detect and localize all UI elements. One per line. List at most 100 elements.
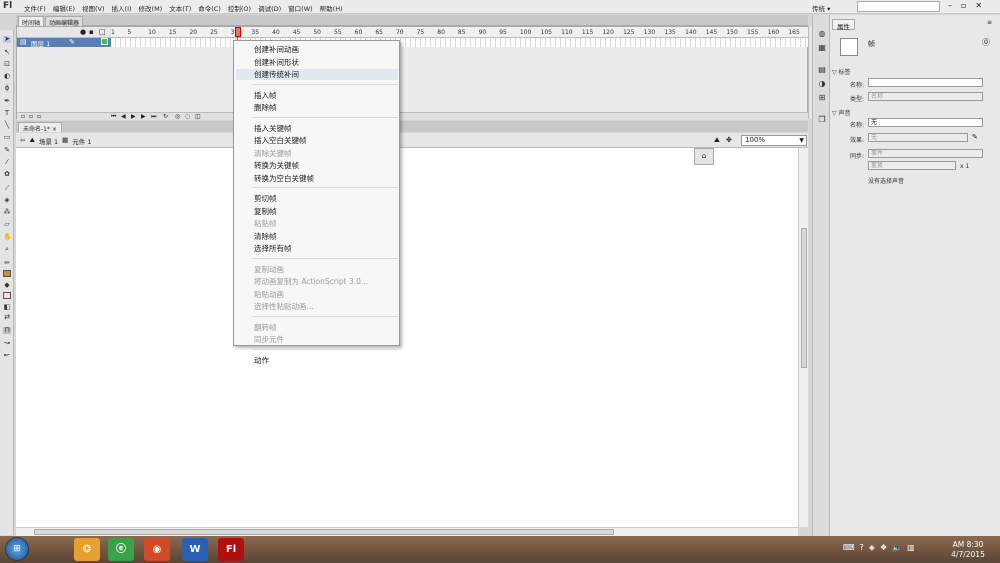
first-frame-icon[interactable]: ⏮ [111, 113, 116, 121]
tab-timeline[interactable]: 时间轴 [18, 16, 45, 27]
deco-tool-icon[interactable]: ✿ [3, 171, 11, 178]
menu-item[interactable]: 调试(D) [258, 3, 281, 13]
bone-tool-icon[interactable]: ⟋ [3, 185, 11, 192]
context-menu-item[interactable]: 创建传统补间 [236, 69, 398, 80]
name-field[interactable] [868, 78, 983, 87]
context-menu-item[interactable]: 清除帧 [254, 231, 277, 242]
outline-icon[interactable]: □ [99, 28, 106, 36]
menu-item[interactable]: 命令(C) [198, 3, 221, 13]
close-icon[interactable]: × [52, 126, 57, 133]
fill-swatch-icon[interactable] [3, 292, 11, 299]
lasso-tool-icon[interactable]: ϕ [3, 85, 11, 92]
context-menu-item[interactable]: 转换为空白关键帧 [254, 173, 314, 184]
breadcrumb-scene[interactable]: 场景 1 [39, 136, 58, 146]
chrome-app-icon[interactable]: ◉ [144, 538, 170, 561]
label-section-header[interactable]: ▽ 标签 [832, 67, 851, 76]
context-menu-item[interactable]: 插入帧 [254, 90, 277, 101]
text-tool-icon[interactable]: T [3, 110, 11, 117]
repeat-select[interactable]: 重复 [868, 161, 956, 170]
eraser-tool-icon[interactable]: ▱ [3, 221, 11, 228]
chat-icon[interactable]: ❖ [880, 543, 887, 552]
context-menu-item[interactable]: 创建补间动画 [254, 44, 299, 55]
document-tab[interactable]: 未命名-1* × [18, 122, 62, 133]
stroke-color-icon[interactable]: ✏ [3, 260, 11, 267]
transform-tool-icon[interactable]: ⊡ [3, 61, 11, 68]
menu-item[interactable]: 文本(T) [169, 3, 191, 13]
frame-cells[interactable] [111, 38, 809, 47]
3d-rotation-icon[interactable]: ◐ [3, 73, 11, 80]
context-menu-item[interactable]: 动作 [254, 355, 269, 366]
swatches-icon[interactable]: ▦ [817, 43, 827, 53]
clock[interactable]: AM 8:30 4/7/2015 [940, 540, 996, 560]
sound-section-header[interactable]: ▽ 声音 [832, 108, 851, 117]
swap-colors-icon[interactable]: ⇄ [3, 314, 11, 321]
tab-motion-editor[interactable]: 动画编辑器 [45, 16, 84, 27]
effect-select[interactable]: 无 [868, 133, 968, 142]
zoom-select[interactable]: 100% ▼ [741, 135, 807, 146]
menu-item[interactable]: 控制(O) [228, 3, 251, 13]
hand-tool-icon[interactable]: ✋ [3, 234, 12, 241]
straighten-icon[interactable]: ↜ [3, 352, 11, 359]
edit-scene-icon[interactable]: ⛰ [714, 136, 720, 145]
volume-icon[interactable]: 🔈 [892, 543, 902, 552]
last-frame-icon[interactable]: ⏭ [151, 113, 156, 121]
pen-tool-icon[interactable]: ✒ [3, 98, 11, 105]
snap-icon[interactable]: ⊓ [3, 327, 11, 334]
edit-multiple-icon[interactable]: ◫ [195, 113, 201, 120]
onion-outline-icon[interactable]: ◌ [185, 113, 190, 120]
rect-tool-icon[interactable]: ▭ [3, 134, 11, 141]
menu-item[interactable]: 窗口(W) [288, 3, 313, 13]
stage-canvas[interactable] [16, 148, 798, 527]
paint-bucket-icon[interactable]: ◈ [3, 197, 11, 204]
network-icon[interactable]: ▥ [907, 543, 915, 552]
color-panel-icon[interactable]: ◍ [817, 29, 827, 39]
playhead-handle[interactable] [235, 27, 241, 37]
close-icon[interactable]: ✕ [975, 1, 982, 10]
new-folder-icon[interactable]: ▫ [29, 113, 33, 120]
scroll-thumb[interactable] [34, 529, 614, 535]
tab-properties[interactable]: 属性 [832, 19, 855, 31]
word-app-icon[interactable]: W [182, 538, 208, 561]
sync-select[interactable]: 事件 [868, 149, 983, 158]
context-menu-item[interactable]: 删除帧 [254, 102, 277, 113]
security-icon[interactable]: ◈ [869, 543, 875, 552]
subselect-tool-icon[interactable]: ↖ [3, 49, 11, 56]
step-forward-icon[interactable]: ▶ [141, 113, 146, 120]
menu-item[interactable]: 文件(F) [24, 3, 46, 13]
context-menu-item[interactable]: 转换为关键帧 [254, 160, 299, 171]
menu-item[interactable]: 修改(M) [139, 3, 163, 13]
pencil-tool-icon[interactable]: ✎ [3, 147, 11, 154]
browser-app-icon[interactable]: ⓔ [108, 538, 134, 561]
context-menu-item[interactable]: 插入空白关键帧 [254, 135, 307, 146]
edit-effect-icon[interactable]: ✎ [972, 133, 978, 141]
frame-ruler[interactable]: 1510152025303540455055606570758085909510… [111, 27, 809, 38]
menu-item[interactable]: 帮助(H) [320, 3, 343, 13]
floating-tool-icon[interactable]: ⌂ [694, 148, 714, 165]
repeat-count[interactable]: x 1 [960, 163, 969, 170]
sound-name-select[interactable]: 无 [868, 118, 983, 127]
edit-symbol-icon[interactable]: ✤ [726, 136, 732, 144]
eyedropper-icon[interactable]: ⁂ [3, 209, 11, 216]
new-layer-icon[interactable]: ▫ [21, 113, 25, 120]
help-icon[interactable]: ⓪ [982, 37, 990, 48]
context-menu-item[interactable]: 复制帧 [254, 206, 277, 217]
context-menu-item[interactable]: 创建补间形状 [254, 57, 299, 68]
smooth-icon[interactable]: ↝ [3, 340, 11, 347]
context-menu-item[interactable]: 选择所有帧 [254, 243, 292, 254]
restore-icon[interactable]: ▫ [961, 1, 966, 10]
type-select[interactable]: 名称 [868, 92, 983, 101]
selection-tool-icon[interactable]: ➤ [3, 36, 11, 43]
components-icon[interactable]: ❐ [817, 115, 827, 125]
step-back-icon[interactable]: ◀ [121, 113, 126, 120]
delete-layer-icon[interactable]: ▫ [37, 113, 41, 120]
transform-panel-icon[interactable]: ⊞ [817, 93, 827, 103]
stage-vertical-scrollbar[interactable] [798, 148, 808, 527]
breadcrumb-symbol[interactable]: 元件 1 [72, 136, 91, 146]
context-menu-item[interactable]: 剪切帧 [254, 193, 277, 204]
qq-app-icon[interactable]: ❂ [74, 538, 100, 561]
lock-icon[interactable]: ▪ [89, 28, 94, 36]
play-icon[interactable]: ▶ [131, 113, 136, 120]
flash-app-icon[interactable]: Fl [218, 538, 244, 561]
stage-horizontal-scrollbar[interactable] [16, 527, 798, 536]
line-tool-icon[interactable]: ╲ [3, 122, 11, 129]
